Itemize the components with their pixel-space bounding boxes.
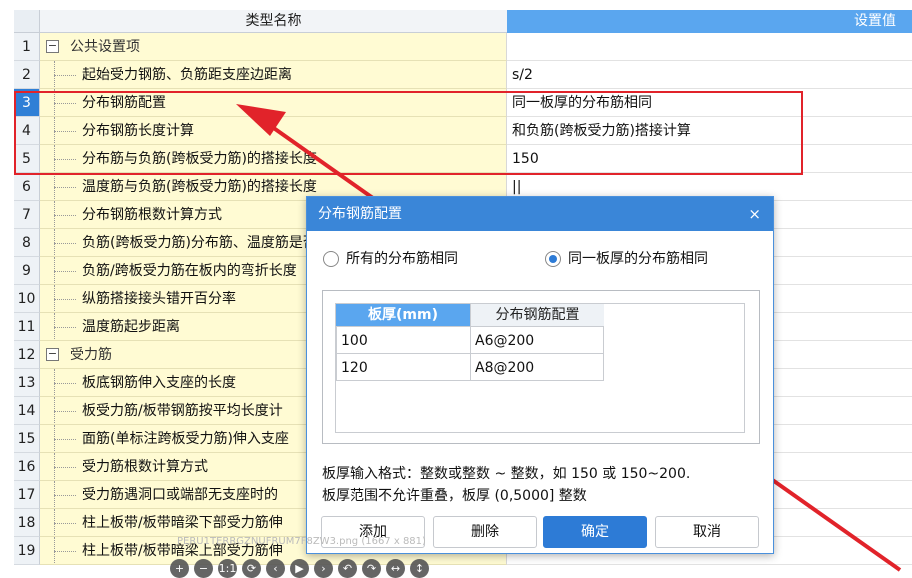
radio-all-same-dot[interactable] <box>323 251 339 267</box>
viewer-control-icon[interactable]: ↕ <box>410 559 429 578</box>
viewer-control-icon[interactable]: ▶ <box>290 559 309 578</box>
viewer-control-icon[interactable]: ‹ <box>266 559 285 578</box>
thickness-table: 板厚(mm) 分布钢筋配置 100 A6@200 120 A8@200 <box>335 303 745 433</box>
radio-same-thickness-dot[interactable] <box>545 251 561 267</box>
rebar-config-cell[interactable]: A6@200 <box>470 326 604 354</box>
thickness-table-panel: 板厚(mm) 分布钢筋配置 100 A6@200 120 A8@200 <box>322 290 760 444</box>
rebar-config-column-header[interactable]: 分布钢筋配置 <box>470 304 604 327</box>
dialog-title: 分布钢筋配置 <box>307 197 773 231</box>
viewer-control-icon[interactable]: › <box>314 559 333 578</box>
close-icon[interactable]: × <box>748 197 761 231</box>
hint-line-2: 板厚范围不允许重叠，板厚 (0,5000] 整数 <box>322 488 587 504</box>
viewer-control-icon[interactable]: + <box>170 559 189 578</box>
viewer-control-icon[interactable]: ⟳ <box>242 559 261 578</box>
viewer-control-icon[interactable]: ↔ <box>386 559 405 578</box>
ok-button[interactable]: 确定 <box>543 516 647 548</box>
cancel-button[interactable]: 取消 <box>655 516 759 548</box>
thickness-column-header[interactable]: 板厚(mm) <box>336 304 470 327</box>
input-format-hint: 板厚输入格式：整数或整数 ~ 整数，如 150 或 150~200. 板厚范围不… <box>322 463 690 507</box>
viewer-control-icon[interactable]: 1:1 <box>218 559 237 578</box>
radio-same-thickness-label: 同一板厚的分布筋相同 <box>568 251 708 267</box>
thickness-cell[interactable]: 100 <box>336 326 471 354</box>
rebar-config-cell[interactable]: A8@200 <box>470 353 604 381</box>
radio-all-same-label: 所有的分布筋相同 <box>346 251 458 267</box>
delete-button[interactable]: 删除 <box>433 516 537 548</box>
viewer-caption: PERU1TERRGZNUFRUM7F8ZW3.png (1667 x 881) <box>177 536 426 547</box>
hint-line-1: 板厚输入格式：整数或整数 ~ 整数，如 150 或 150~200. <box>322 466 691 482</box>
viewer-control-icon[interactable]: − <box>194 559 213 578</box>
distribution-rebar-dialog: 分布钢筋配置 × 所有的分布筋相同 同一板厚的分布筋相同 板厚(mm) 分布钢筋… <box>306 196 774 554</box>
viewer-control-icon[interactable]: ↷ <box>362 559 381 578</box>
thickness-cell[interactable]: 120 <box>336 353 471 381</box>
radio-same-thickness[interactable]: 同一板厚的分布筋相同 <box>545 249 745 269</box>
radio-all-same[interactable]: 所有的分布筋相同 <box>323 249 503 269</box>
viewer-control-icon[interactable]: ↶ <box>338 559 357 578</box>
